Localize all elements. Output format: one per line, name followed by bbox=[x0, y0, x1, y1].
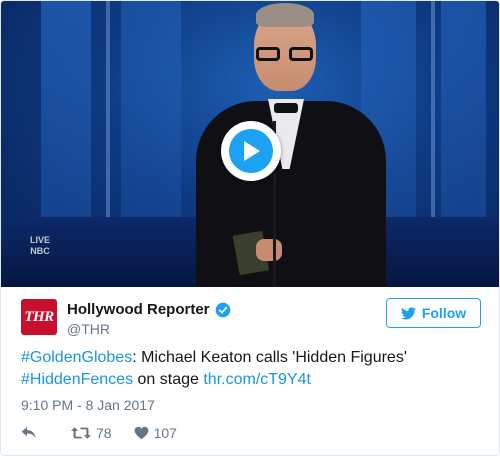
follow-button[interactable]: Follow bbox=[386, 298, 481, 328]
bow-tie bbox=[274, 103, 298, 113]
reply-icon bbox=[21, 427, 36, 439]
reply-button[interactable] bbox=[21, 426, 37, 440]
tweet-card: LIVE NBC THR Hollywood Reporter @THR Fol… bbox=[0, 0, 500, 456]
like-button[interactable]: 107 bbox=[134, 425, 177, 441]
retweet-icon bbox=[71, 427, 91, 439]
display-name[interactable]: Hollywood Reporter bbox=[67, 301, 210, 318]
tweet-text: #GoldenGlobes: Michael Keaton calls 'Hid… bbox=[21, 349, 407, 388]
video-player[interactable]: LIVE NBC bbox=[1, 1, 499, 287]
avatar[interactable]: THR bbox=[21, 299, 57, 335]
hashtag-link[interactable]: #GoldenGlobes bbox=[21, 349, 132, 366]
twitter-bird-icon bbox=[400, 306, 416, 319]
retweet-count: 78 bbox=[96, 425, 112, 441]
hashtag-link[interactable]: #HiddenFences bbox=[21, 371, 133, 388]
verified-badge-icon bbox=[215, 302, 230, 317]
network-logo: LIVE NBC bbox=[29, 235, 50, 256]
play-button[interactable] bbox=[221, 121, 281, 181]
url-link[interactable]: thr.com/cT9Y4t bbox=[203, 371, 311, 388]
play-icon bbox=[229, 129, 273, 173]
tweet-actions: 78 107 bbox=[21, 425, 177, 441]
follow-label: Follow bbox=[421, 305, 467, 321]
tweet-timestamp[interactable]: 9:10 PM - 8 Jan 2017 bbox=[21, 397, 155, 413]
retweet-button[interactable]: 78 bbox=[71, 425, 112, 441]
like-count: 107 bbox=[153, 425, 177, 441]
author-handle[interactable]: @THR bbox=[67, 321, 110, 337]
author-name-row[interactable]: Hollywood Reporter bbox=[67, 301, 231, 318]
glasses bbox=[256, 47, 314, 61]
heart-icon bbox=[134, 426, 148, 440]
